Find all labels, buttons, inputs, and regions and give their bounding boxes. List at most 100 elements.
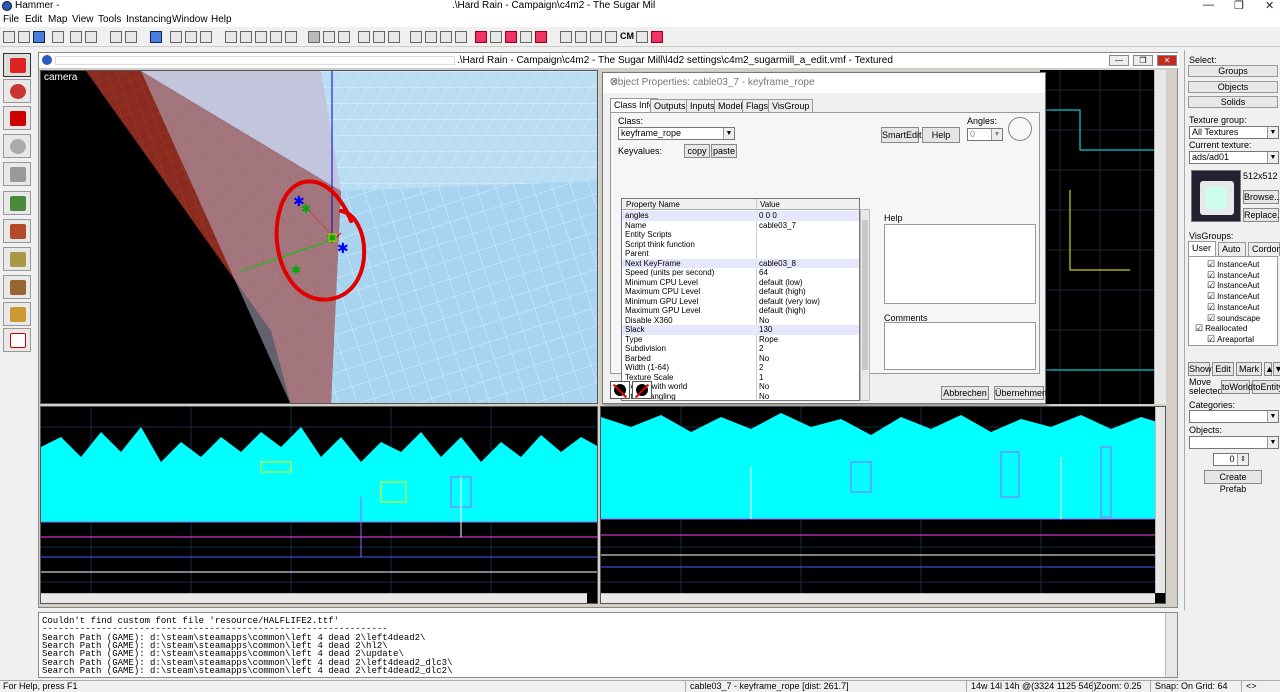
close-icon[interactable]: ✕: [1265, 0, 1274, 12]
menu-help[interactable]: Help: [211, 14, 232, 25]
checkbox-icon[interactable]: ☑: [1207, 259, 1215, 269]
keyvalue-row[interactable]: Minimum CPU Level default (low): [622, 278, 859, 288]
keyvalue-row[interactable]: Texture Scale 1: [622, 373, 859, 383]
keyvalue-row[interactable]: Barbed No: [622, 354, 859, 364]
keyvalue-row[interactable]: Script think function: [622, 240, 859, 250]
grid-scroll-thumb[interactable]: [862, 220, 868, 370]
visgroup-item[interactable]: ☑ InstanceAut: [1207, 291, 1259, 302]
keyvalue-row[interactable]: Maximum GPU Level default (high): [622, 306, 859, 316]
keyvalue-row[interactable]: Name cable03_7: [622, 221, 859, 231]
lightpreview-icon[interactable]: [520, 31, 532, 43]
decal-tool[interactable]: [3, 247, 31, 271]
tie-to-entity-icon[interactable]: [388, 31, 400, 43]
keyvalue-row[interactable]: Next KeyFrame cable03_8: [622, 258, 859, 268]
tab-user[interactable]: User: [1188, 241, 1216, 256]
camera-tool[interactable]: [3, 106, 31, 130]
manifest-icon[interactable]: [636, 31, 648, 43]
front-view-hscrollbar[interactable]: [41, 593, 587, 603]
keyvalue-row[interactable]: Width (1-64) 2: [622, 363, 859, 373]
doc-restore-icon[interactable]: ❐: [1133, 55, 1153, 66]
keyvalue-row[interactable]: angles 0 0 0: [622, 211, 859, 221]
current-texture-select[interactable]: ads/ad01 ▼: [1189, 151, 1279, 164]
checkbox-icon[interactable]: ☑: [1207, 280, 1215, 290]
keyvalue-row[interactable]: Subdivision 2: [622, 344, 859, 354]
smartedit-toggle[interactable]: SmartEdit: [881, 127, 922, 143]
help-button[interactable]: Help: [922, 127, 960, 143]
texture-scale-lock-icon[interactable]: [185, 31, 197, 43]
visgroup-item[interactable]: ☑ soundscape: [1207, 313, 1260, 324]
copy-icon[interactable]: [70, 31, 82, 43]
select-solids-button[interactable]: Solids: [1188, 96, 1278, 108]
checkbox-icon[interactable]: ☑: [1207, 313, 1215, 323]
tab-auto[interactable]: Auto: [1218, 242, 1246, 256]
menu-file[interactable]: File: [3, 14, 19, 25]
visgroup-item[interactable]: ☑ InstanceAut: [1207, 259, 1259, 270]
grid-icon[interactable]: [590, 31, 602, 43]
undo-icon[interactable]: [110, 31, 122, 43]
top-view-vscrollbar[interactable]: [1154, 70, 1166, 404]
comments-textarea[interactable]: [884, 322, 1036, 370]
save-icon[interactable]: [33, 31, 45, 43]
selection-tool[interactable]: [3, 53, 31, 77]
restore-icon[interactable]: ❐: [1234, 0, 1244, 12]
front-2d-viewport[interactable]: [40, 406, 598, 604]
helpers-icon[interactable]: [338, 31, 350, 43]
copy-button[interactable]: copy: [684, 144, 710, 158]
carve-icon[interactable]: [225, 31, 237, 43]
keyvalue-row[interactable]: Speed (units per second) 64: [622, 268, 859, 278]
menu-tools[interactable]: Tools: [98, 14, 121, 25]
texture-group-select[interactable]: All Textures ▼: [1189, 126, 1279, 139]
group-icon[interactable]: [150, 31, 162, 43]
paste-icon[interactable]: [85, 31, 97, 43]
select-objects-button[interactable]: Objects: [1188, 81, 1278, 93]
menu-window[interactable]: Window: [172, 14, 208, 25]
run-map-icon[interactable]: [475, 31, 487, 43]
new-icon[interactable]: [3, 31, 15, 43]
doc-close-icon[interactable]: ✕: [1157, 55, 1177, 66]
categories-select[interactable]: ▼: [1189, 410, 1279, 423]
to-world-button[interactable]: toWorld: [1221, 380, 1253, 394]
instances-icon[interactable]: [605, 31, 617, 43]
texture-lock-icon[interactable]: [170, 31, 182, 43]
grid-toggle-icon[interactable]: [52, 31, 64, 43]
col-property-name[interactable]: Property Name: [626, 200, 680, 209]
top-2d-viewport[interactable]: [1040, 70, 1166, 404]
tab-cordon[interactable]: Cordon: [1248, 242, 1280, 256]
toggle-models-icon[interactable]: [490, 31, 502, 43]
minimize-icon[interactable]: —: [1203, 0, 1214, 11]
selection-box-icon[interactable]: [410, 31, 422, 43]
tab-visgroup[interactable]: VisGroup: [768, 99, 814, 113]
redo-icon[interactable]: [125, 31, 137, 43]
console-scrollbar[interactable]: [1165, 613, 1177, 677]
snap-icon[interactable]: [358, 31, 370, 43]
keyvalue-row[interactable]: Maximum CPU Level default (high): [622, 287, 859, 297]
flip-icon[interactable]: [255, 31, 267, 43]
keyvalue-row[interactable]: Parent: [622, 249, 859, 259]
menu-instancing[interactable]: Instancing: [126, 14, 172, 25]
cordon-icon[interactable]: [323, 31, 335, 43]
grid-scrollbar[interactable]: [860, 209, 870, 401]
visgroup-item[interactable]: ☑ InstanceAut: [1207, 280, 1259, 291]
go-to-brush-icon[interactable]: [455, 31, 467, 43]
col-value[interactable]: Value: [760, 200, 780, 209]
checkbox-icon[interactable]: ☑: [1207, 270, 1215, 280]
class-select[interactable]: keyframe_rope ▼: [618, 127, 735, 140]
move-down-icon[interactable]: ▼: [1273, 362, 1280, 376]
texture-app-icon[interactable]: [373, 31, 385, 43]
block-tool[interactable]: [3, 162, 31, 186]
paste-button[interactable]: paste: [711, 144, 737, 158]
to-entity-button[interactable]: toEntity: [1252, 380, 1280, 394]
mark-button[interactable]: Mark: [1236, 362, 1262, 376]
edit-button[interactable]: Edit: [1212, 362, 1234, 376]
dialog-close-icon[interactable]: ✕: [610, 77, 1041, 88]
eyedropper-icon[interactable]: [632, 381, 652, 399]
camera-icon[interactable]: [560, 31, 572, 43]
checkbox-icon[interactable]: ☑: [1207, 291, 1215, 301]
cancel-button[interactable]: Abbrechen: [941, 386, 989, 400]
prefab-spin-input[interactable]: 0 ⇕: [1213, 453, 1249, 466]
keyvalue-row[interactable]: Minimum GPU Level default (very low): [622, 297, 859, 307]
magnify-tool[interactable]: [3, 79, 31, 103]
visgroup-item[interactable]: ☑ Areaportal: [1207, 334, 1254, 345]
apply-texture-tool[interactable]: [3, 219, 31, 243]
pick-entity-icon[interactable]: [610, 381, 630, 399]
